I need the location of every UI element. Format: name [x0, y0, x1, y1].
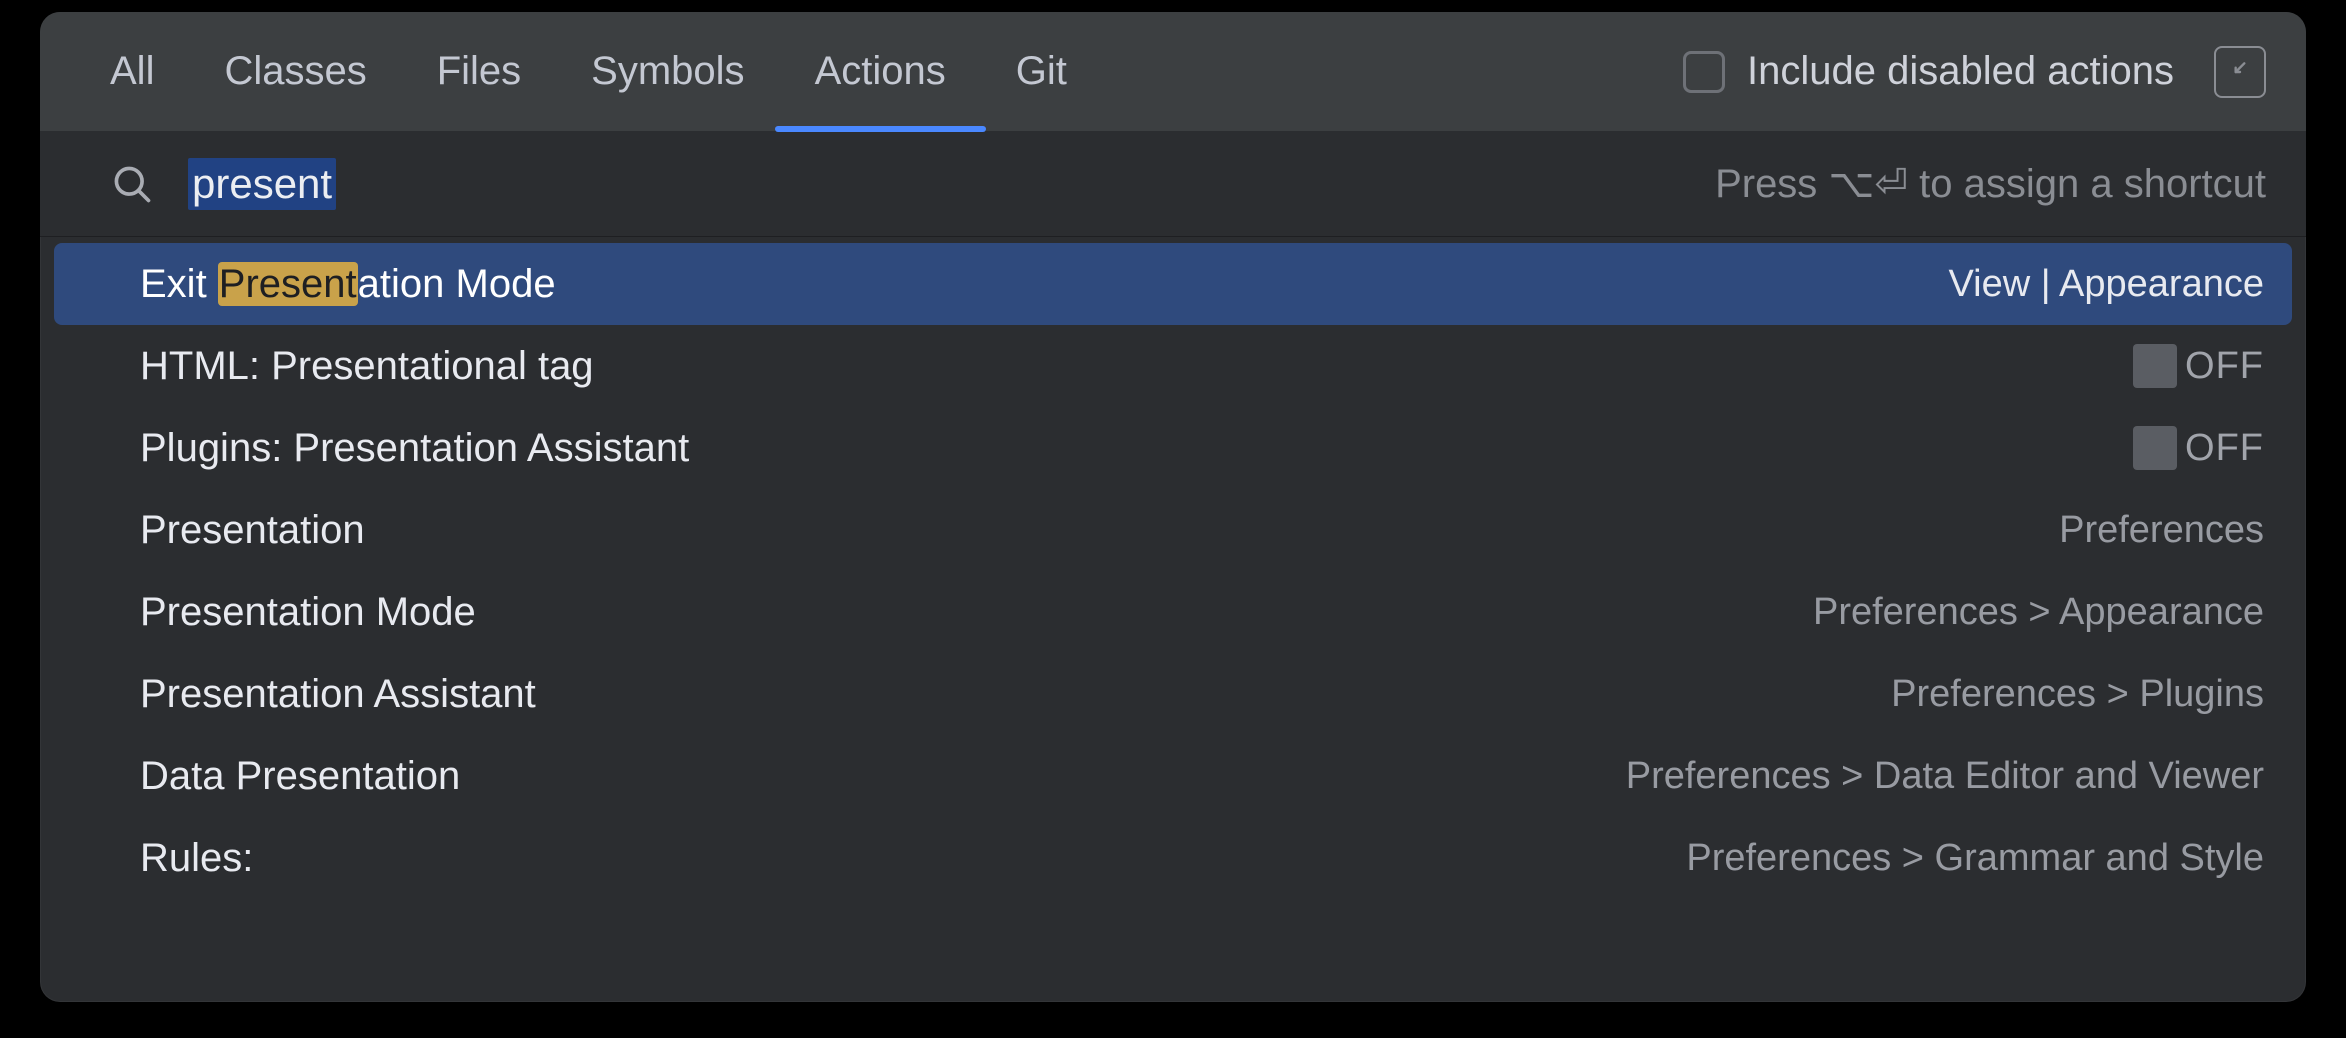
include-disabled-label: Include disabled actions: [1747, 49, 2174, 94]
result-row[interactable]: Presentation Assistant Preferences > Plu…: [40, 653, 2306, 735]
result-row[interactable]: Data Presentation Preferences > Data Edi…: [40, 735, 2306, 817]
result-label: Rules:: [140, 836, 253, 881]
result-row[interactable]: Exit Presentation Mode View | Appearance: [54, 243, 2292, 325]
tab-symbols[interactable]: Symbols: [591, 12, 744, 131]
result-row[interactable]: HTML: Presentational tag OFF: [40, 325, 2306, 407]
tab-files[interactable]: Files: [437, 12, 521, 131]
result-label: Presentation: [140, 508, 365, 553]
search-query: present: [188, 158, 336, 210]
tab-actions[interactable]: Actions: [815, 12, 946, 131]
result-location: Preferences > Appearance: [1813, 591, 2264, 634]
collapse-icon[interactable]: [2214, 46, 2266, 98]
tab-git[interactable]: Git: [1016, 12, 1067, 131]
search-row: present Press ⌥⏎ to assign a shortcut: [40, 132, 2306, 237]
result-label: Exit Presentation Mode: [140, 262, 556, 307]
include-disabled-wrap[interactable]: Include disabled actions: [1683, 49, 2174, 94]
result-label: Presentation Assistant: [140, 672, 536, 717]
result-location: Preferences > Grammar and Style: [1686, 837, 2264, 880]
result-label: HTML: Presentational tag: [140, 344, 594, 389]
result-label: Presentation Mode: [140, 590, 476, 635]
toggle-handle-icon: [2133, 426, 2177, 470]
result-row[interactable]: Rules: Preferences > Grammar and Style: [40, 817, 2306, 899]
result-toggle[interactable]: OFF: [2133, 344, 2264, 388]
result-toggle[interactable]: OFF: [2133, 426, 2264, 470]
result-location: Preferences > Plugins: [1891, 673, 2264, 716]
search-icon: [110, 162, 154, 206]
result-label: Plugins: Presentation Assistant: [140, 426, 689, 471]
tab-classes[interactable]: Classes: [224, 12, 366, 131]
search-everywhere-popup: All Classes Files Symbols Actions Git In…: [40, 12, 2306, 1002]
tab-all[interactable]: All: [110, 12, 154, 131]
result-location: View | Appearance: [1948, 263, 2264, 306]
result-location: Preferences > Data Editor and Viewer: [1626, 755, 2264, 798]
result-row[interactable]: Presentation Mode Preferences > Appearan…: [40, 571, 2306, 653]
include-disabled-checkbox[interactable]: [1683, 51, 1725, 93]
toggle-state: OFF: [2185, 345, 2264, 388]
toggle-handle-icon: [2133, 344, 2177, 388]
toggle-state: OFF: [2185, 427, 2264, 470]
result-row[interactable]: Presentation Preferences: [40, 489, 2306, 571]
search-input[interactable]: present: [188, 158, 336, 210]
search-tabs: All Classes Files Symbols Actions Git: [110, 12, 1067, 131]
result-row[interactable]: Plugins: Presentation Assistant OFF: [40, 407, 2306, 489]
result-label: Data Presentation: [140, 754, 460, 799]
result-location: Preferences: [2059, 509, 2264, 552]
popup-header: All Classes Files Symbols Actions Git In…: [40, 12, 2306, 132]
search-hint: Press ⌥⏎ to assign a shortcut: [1715, 161, 2266, 207]
results-list: Exit Presentation Mode View | Appearance…: [40, 237, 2306, 899]
